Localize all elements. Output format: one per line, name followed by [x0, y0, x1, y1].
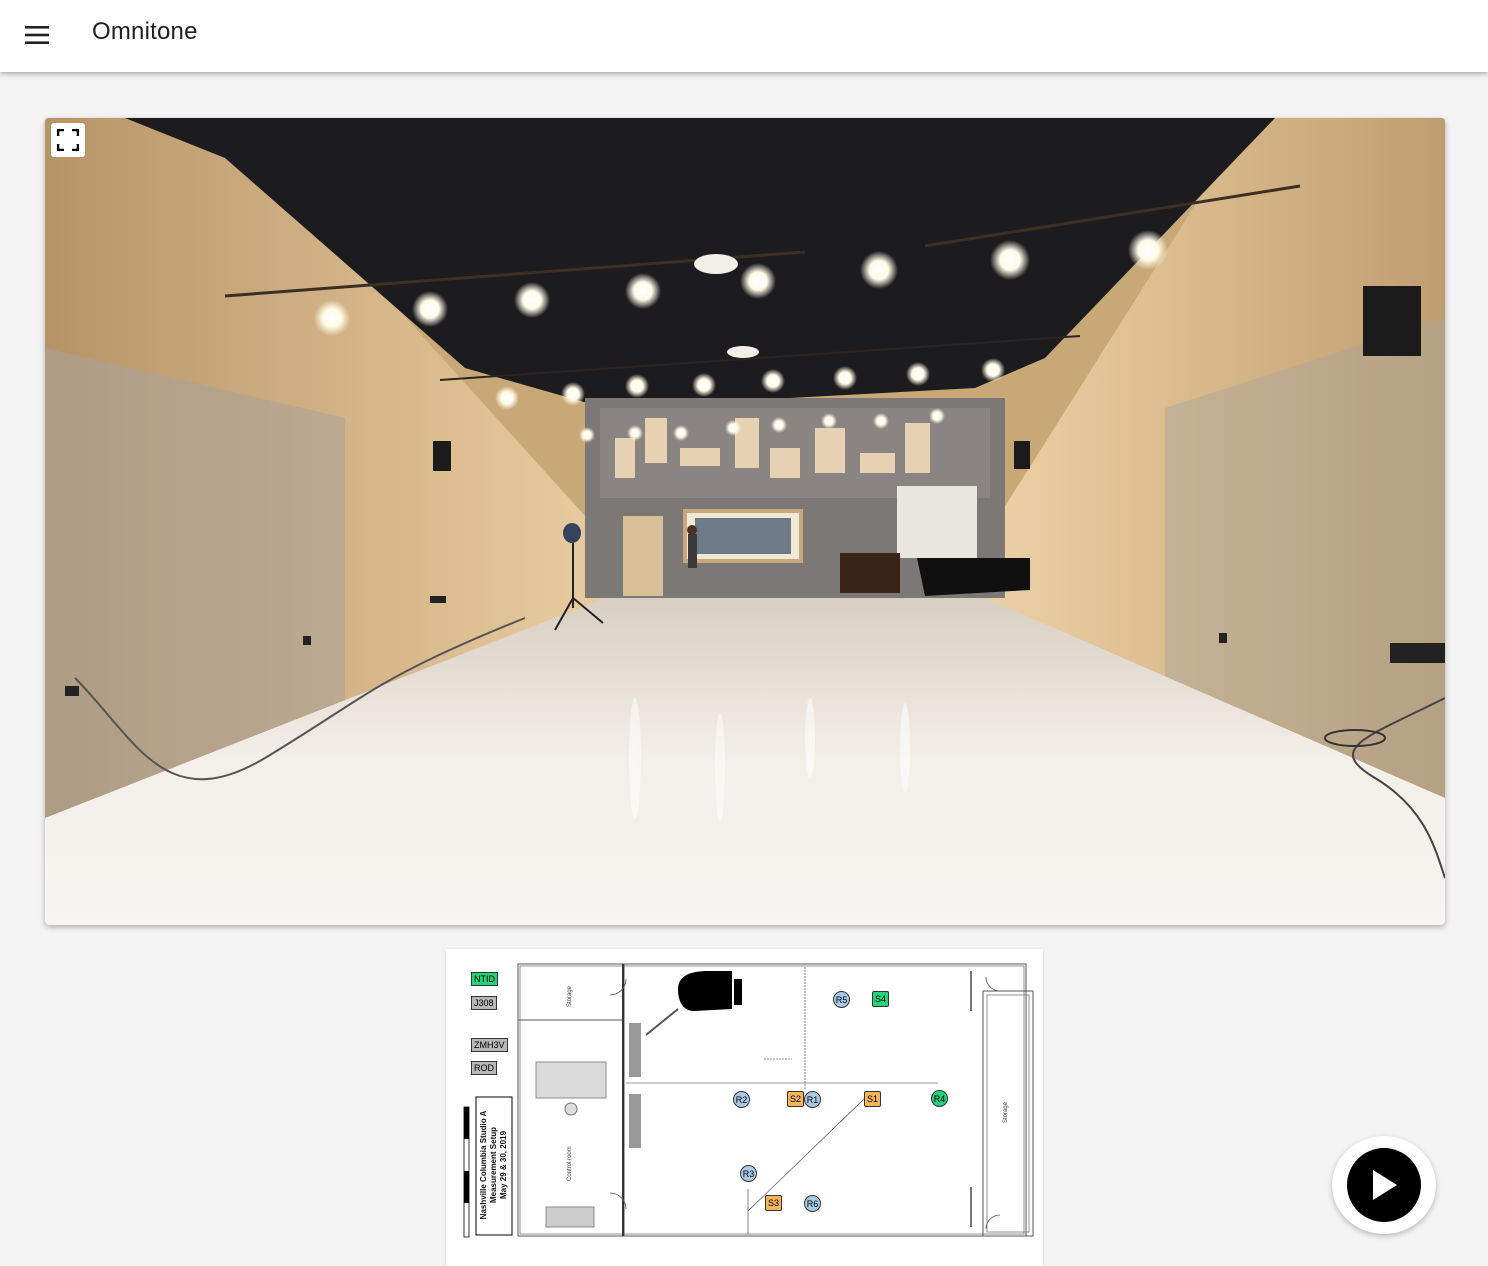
legend-tag: ROD	[471, 1061, 497, 1075]
source-marker[interactable]: S1	[864, 1091, 881, 1107]
source-marker[interactable]: S2	[787, 1091, 804, 1107]
source-marker[interactable]: S3	[765, 1195, 782, 1211]
studio-panorama[interactable]	[45, 118, 1445, 925]
source-marker[interactable]: S4	[872, 991, 889, 1007]
floorplan-title-line: May 29 & 30, 2019	[499, 1130, 508, 1200]
floorplan-drawing	[463, 963, 1034, 1238]
floorplan-image: NTID J308 ZMH3V ROD Nashville Columbia S…	[446, 949, 1043, 1266]
play-icon	[1373, 1170, 1397, 1200]
floorplan-title-line: Nashville Columbia Studio A	[479, 1110, 488, 1220]
room-label-storage: Storage	[567, 985, 573, 1007]
fullscreen-button[interactable]	[51, 123, 85, 157]
panorama-viewer[interactable]	[45, 118, 1445, 925]
app-title: Omnitone	[92, 18, 198, 45]
legend-tag: ZMH3V	[471, 1038, 508, 1052]
room-label-control-room: Control room	[567, 1146, 573, 1181]
fullscreen-icon	[57, 129, 79, 151]
receiver-marker[interactable]: R2	[733, 1091, 750, 1108]
receiver-marker[interactable]: R1	[804, 1091, 821, 1108]
receiver-marker[interactable]: R6	[804, 1195, 821, 1212]
play-button-circle	[1347, 1148, 1421, 1222]
play-button[interactable]	[1332, 1136, 1436, 1234]
receiver-marker[interactable]: R5	[833, 991, 850, 1008]
receiver-marker[interactable]: R4	[931, 1090, 948, 1107]
menu-button[interactable]	[14, 12, 60, 58]
legend-tag: NTID	[471, 972, 498, 986]
receiver-marker[interactable]: R3	[740, 1165, 757, 1182]
floorplan-title: Nashville Columbia Studio A Measurement …	[479, 1098, 509, 1232]
room-label-storage-right: Storage	[1003, 1101, 1009, 1123]
legend-tag: J308	[471, 996, 497, 1010]
menu-icon	[25, 26, 49, 44]
app-bar: Omnitone	[0, 0, 1488, 72]
floorplan-title-line: Measurement Setup	[489, 1126, 498, 1204]
